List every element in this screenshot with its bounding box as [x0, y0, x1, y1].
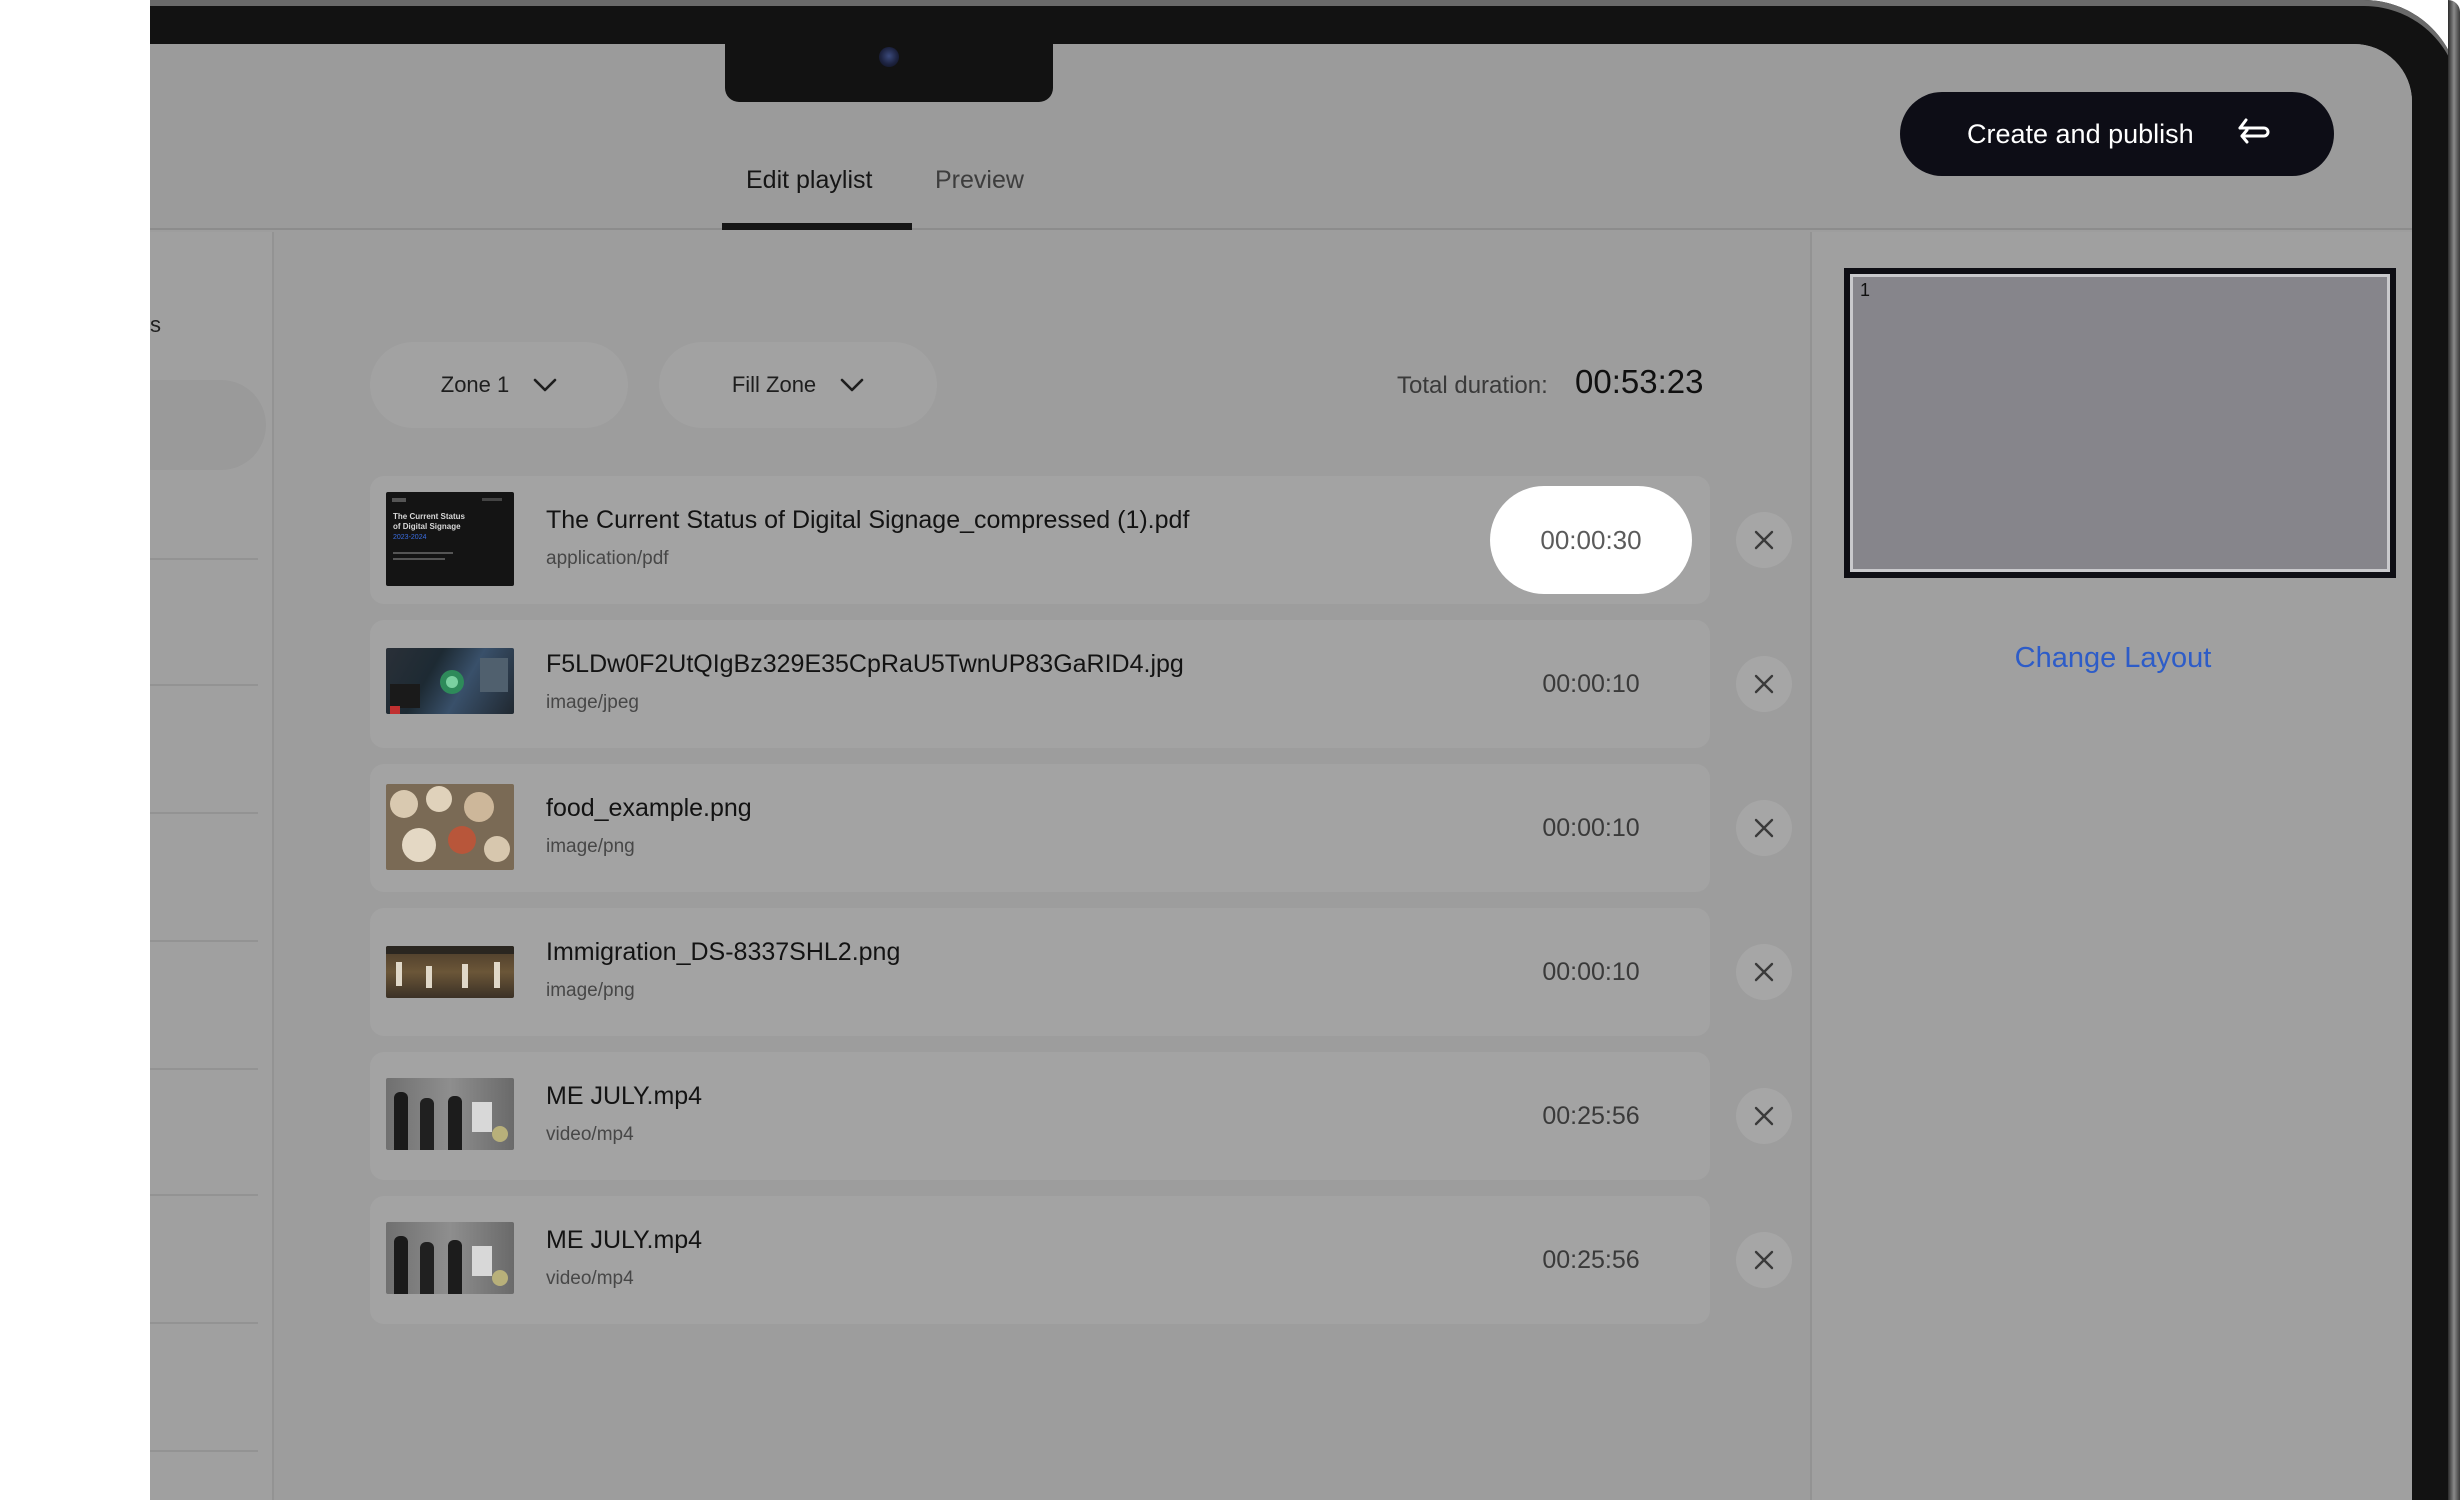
- item-type: video/mp4: [546, 1124, 634, 1145]
- remove-item-button[interactable]: [1736, 656, 1792, 712]
- zone-number-label: 1: [1860, 280, 1871, 300]
- remove-item-button[interactable]: [1736, 1088, 1792, 1144]
- item-type: image/jpeg: [546, 692, 639, 713]
- chevron-down-icon: [533, 378, 557, 392]
- tab-preview[interactable]: Preview: [935, 166, 1024, 195]
- duration-input[interactable]: 00:00:10: [1490, 651, 1692, 717]
- camera-icon: [879, 47, 899, 67]
- zone-select-value: Zone 1: [440, 372, 510, 397]
- item-name: ME JULY.mp4: [546, 1082, 703, 1110]
- item-name: food_example.png: [546, 794, 752, 822]
- playlist-item[interactable]: F5LDw0F2UtQIgBz329E35CpRaU5TwnUP83GaRID4…: [370, 620, 1792, 748]
- close-icon: [1754, 962, 1774, 982]
- change-layout-link[interactable]: Change Layout: [1812, 642, 2412, 675]
- sidebar-search-pill[interactable]: [150, 380, 266, 470]
- item-type: application/pdf: [546, 548, 669, 569]
- zone-select[interactable]: Zone 1: [370, 342, 628, 428]
- sidebar-divider: [150, 1194, 258, 1196]
- header: Edit playlist Preview Create and publish: [150, 44, 2412, 230]
- sidebar-divider: [150, 1068, 258, 1070]
- sidebar-divider: [150, 1450, 258, 1452]
- fill-mode-select[interactable]: Fill Zone: [659, 342, 937, 428]
- app-screen: Edit playlist Preview Create and publish…: [150, 44, 2412, 1500]
- remove-item-button[interactable]: [1736, 800, 1792, 856]
- sidebar-divider: [150, 940, 258, 942]
- close-icon: [1754, 530, 1774, 550]
- duration-input[interactable]: 00:00:30: [1490, 486, 1692, 594]
- sidebar: s: [150, 232, 274, 1500]
- sidebar-label: s: [150, 312, 161, 337]
- remove-item-button[interactable]: [1736, 1232, 1792, 1288]
- image-thumbnail: [386, 946, 514, 998]
- playlist-editor: Zone 1 Fill Zone Total duration: 00:53:2…: [274, 232, 1810, 1500]
- duration-input[interactable]: 00:00:10: [1490, 939, 1692, 1005]
- item-name: F5LDw0F2UtQIgBz329E35CpRaU5TwnUP83GaRID4…: [546, 650, 1184, 678]
- image-thumbnail: [386, 784, 514, 870]
- remove-item-button[interactable]: [1736, 512, 1792, 568]
- tab-edit-playlist[interactable]: Edit playlist: [746, 166, 872, 195]
- duration-input[interactable]: 00:25:56: [1490, 1083, 1692, 1149]
- item-type: image/png: [546, 836, 635, 857]
- active-tab-indicator: [722, 223, 912, 230]
- layout-preview[interactable]: 1: [1844, 268, 2396, 578]
- close-icon: [1754, 674, 1774, 694]
- playlist-item[interactable]: The Current Status of Digital Signage 20…: [370, 476, 1792, 604]
- item-name: The Current Status of Digital Signage_co…: [546, 506, 1190, 534]
- sidebar-divider: [150, 684, 258, 686]
- publish-button-label: Create and publish: [1967, 118, 2194, 149]
- playlist-item[interactable]: ME JULY.mp4 video/mp4 00:25:56: [370, 1196, 1792, 1324]
- remove-item-button[interactable]: [1736, 944, 1792, 1000]
- pdf-thumbnail-year: 2023-2024: [393, 534, 427, 541]
- pdf-thumbnail-title: The Current Status of Digital Signage: [393, 512, 466, 531]
- playlist-item[interactable]: Immigration_DS-8337SHL2.png image/png 00…: [370, 908, 1792, 1036]
- sidebar-divider: [150, 1322, 258, 1324]
- item-name: Immigration_DS-8337SHL2.png: [546, 938, 901, 966]
- create-and-publish-button[interactable]: Create and publish: [1900, 92, 2334, 176]
- layout-panel: 1 Change Layout: [1810, 232, 2412, 1500]
- pdf-thumbnail: The Current Status of Digital Signage 20…: [386, 492, 514, 586]
- image-thumbnail: [386, 648, 514, 714]
- duration-input[interactable]: 00:00:10: [1490, 795, 1692, 861]
- video-thumbnail: [386, 1222, 514, 1294]
- duration-input[interactable]: 00:25:56: [1490, 1227, 1692, 1293]
- item-name: ME JULY.mp4: [546, 1226, 703, 1254]
- total-duration-value: 00:53:23: [1575, 363, 1704, 400]
- close-icon: [1754, 818, 1774, 838]
- return-arrow-icon: [2238, 118, 2270, 144]
- playlist-item[interactable]: ME JULY.mp4 video/mp4 00:25:56: [370, 1052, 1792, 1180]
- sidebar-divider: [150, 558, 258, 560]
- playlist-item[interactable]: food_example.png image/png 00:00:10: [370, 764, 1792, 892]
- laptop-edge: [2448, 0, 2460, 1500]
- sidebar-divider: [150, 812, 258, 814]
- close-icon: [1754, 1106, 1774, 1126]
- close-icon: [1754, 1250, 1774, 1270]
- fill-select-value: Fill Zone: [731, 372, 817, 397]
- video-thumbnail: [386, 1078, 514, 1150]
- chevron-down-icon: [840, 378, 864, 392]
- item-type: video/mp4: [546, 1268, 634, 1289]
- item-type: image/png: [546, 980, 635, 1001]
- total-duration-label: Total duration:: [1397, 372, 1548, 399]
